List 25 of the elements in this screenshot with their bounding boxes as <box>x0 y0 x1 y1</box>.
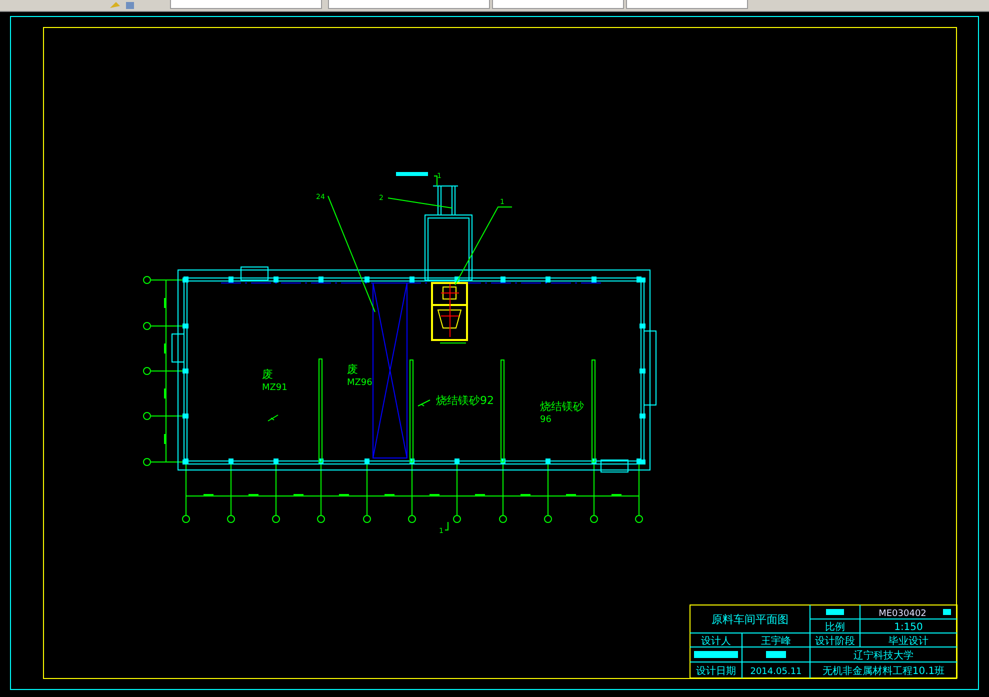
table-value: 王宇峰 <box>761 636 791 647</box>
equipment-drawing <box>431 282 468 344</box>
table-label: 设计人 <box>701 636 731 647</box>
table-label: 设计阶段 <box>815 636 855 647</box>
drawing-number: ME030402 <box>878 609 926 619</box>
room-label: 96 <box>540 415 552 425</box>
table-value: 2014.05.11 <box>750 667 802 677</box>
table-label: 设计日期 <box>696 666 736 677</box>
table-label: 比例 <box>825 622 845 633</box>
room-label: 废 <box>347 363 358 376</box>
masked-field <box>694 651 738 658</box>
room-label: 烧结镁砂92 <box>436 394 494 407</box>
table-value: 1:150 <box>894 622 923 633</box>
masked-field <box>766 651 786 658</box>
marker-bar <box>396 172 428 176</box>
masked-field <box>943 609 951 615</box>
room-label: 废 <box>262 368 273 381</box>
room-label: MZ91 <box>262 383 288 393</box>
room-label: MZ96 <box>347 378 372 388</box>
room-label: 烧结镁砂 <box>540 400 584 413</box>
table-value: 无机非金属材料工程10.1班 <box>822 666 945 677</box>
table-value: 辽宁科技大学 <box>854 650 914 662</box>
drawing-title: 原料车间平面图 <box>712 613 788 626</box>
masked-field <box>826 609 844 615</box>
table-value: 毕业设计 <box>888 636 928 647</box>
